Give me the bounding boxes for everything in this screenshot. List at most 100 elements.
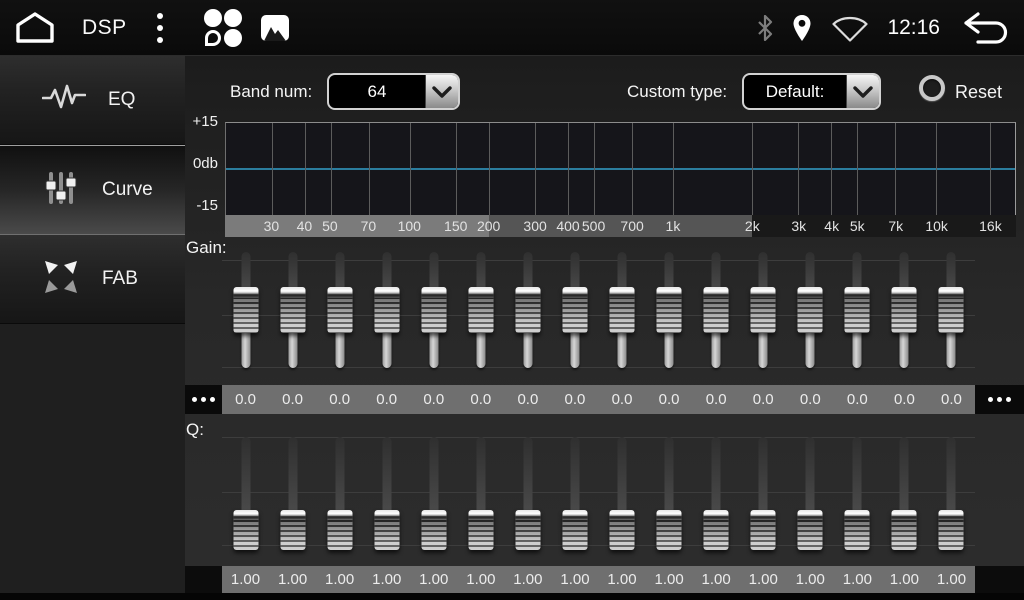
gain-slider-knob[interactable]: [562, 287, 587, 333]
q-slider[interactable]: [834, 437, 881, 550]
gain-slider[interactable]: [222, 252, 269, 368]
sidebar-item-curve[interactable]: Curve: [0, 145, 185, 235]
q-slider[interactable]: [740, 437, 787, 550]
q-slider[interactable]: [410, 437, 457, 550]
q-slider[interactable]: [599, 437, 646, 550]
gain-slider-knob[interactable]: [704, 287, 729, 333]
q-slider-knob[interactable]: [374, 510, 399, 550]
frequency-tick-label: 150: [444, 216, 467, 236]
gridline: [752, 123, 753, 215]
q-slider[interactable]: [787, 437, 834, 550]
gain-value: 0.0: [928, 385, 975, 414]
frequency-tick-label: 10k: [925, 216, 948, 236]
gridline: [632, 123, 633, 215]
gain-slider[interactable]: [316, 252, 363, 368]
q-slider-knob[interactable]: [280, 510, 305, 550]
gain-slider[interactable]: [410, 252, 457, 368]
q-slider[interactable]: [269, 437, 316, 550]
band-num-dropdown[interactable]: 64: [327, 73, 460, 110]
sidebar-item-eq[interactable]: EQ: [0, 56, 185, 145]
q-slider[interactable]: [693, 437, 740, 550]
q-slider-knob[interactable]: [421, 510, 446, 550]
q-slider-bank: [222, 437, 975, 550]
q-value: 1.00: [363, 566, 410, 593]
q-slider-knob[interactable]: [751, 510, 776, 550]
gain-slider[interactable]: [363, 252, 410, 368]
gain-slider-knob[interactable]: [845, 287, 870, 333]
apps-clover-icon[interactable]: [203, 8, 243, 48]
q-slider[interactable]: [363, 437, 410, 550]
q-slider[interactable]: [928, 437, 975, 550]
gain-value: 0.0: [551, 385, 598, 414]
q-slider-knob[interactable]: [327, 510, 352, 550]
gain-slider[interactable]: [693, 252, 740, 368]
gain-slider-knob[interactable]: [421, 287, 446, 333]
q-value: 1.00: [646, 566, 693, 593]
custom-type-dropdown[interactable]: Default:: [742, 73, 881, 110]
q-slider-knob[interactable]: [704, 510, 729, 550]
back-return-icon[interactable]: [958, 10, 1010, 46]
q-slider[interactable]: [646, 437, 693, 550]
dsp-app-screen: DSP: [0, 0, 1024, 600]
frequency-tick-label: 3k: [791, 216, 806, 236]
gain-slider-knob[interactable]: [610, 287, 635, 333]
kebab-menu-icon[interactable]: [157, 13, 163, 43]
q-slider-knob[interactable]: [610, 510, 635, 550]
gain-slider[interactable]: [834, 252, 881, 368]
gain-slider-knob[interactable]: [515, 287, 540, 333]
chevron-down-icon[interactable]: [425, 75, 458, 108]
gain-slider-knob[interactable]: [327, 287, 352, 333]
q-slider-knob[interactable]: [233, 510, 258, 550]
q-slider-knob[interactable]: [562, 510, 587, 550]
gain-slider-knob[interactable]: [280, 287, 305, 333]
q-slider-knob[interactable]: [515, 510, 540, 550]
gain-slider-knob[interactable]: [751, 287, 776, 333]
gain-slider-knob[interactable]: [374, 287, 399, 333]
q-slider-knob[interactable]: [798, 510, 823, 550]
gain-slider-knob[interactable]: [468, 287, 493, 333]
gain-more-right-button[interactable]: [975, 385, 1024, 414]
gain-value: 0.0: [787, 385, 834, 414]
reset-radio[interactable]: [919, 75, 945, 101]
y-axis-label: -15: [185, 196, 218, 216]
gain-slider[interactable]: [740, 252, 787, 368]
q-slider-knob[interactable]: [845, 510, 870, 550]
gain-value: 0.0: [269, 385, 316, 414]
q-slider-knob[interactable]: [657, 510, 682, 550]
q-slider[interactable]: [551, 437, 598, 550]
q-slider[interactable]: [881, 437, 928, 550]
frequency-tick-label: 100: [398, 216, 421, 236]
gain-slider[interactable]: [269, 252, 316, 368]
gain-slider-knob[interactable]: [233, 287, 258, 333]
chevron-down-icon[interactable]: [846, 75, 879, 108]
q-slider-knob[interactable]: [939, 510, 964, 550]
gain-slider[interactable]: [504, 252, 551, 368]
q-strip-right-pad: [975, 566, 1024, 593]
gain-slider-knob[interactable]: [892, 287, 917, 333]
home-icon[interactable]: [14, 11, 56, 45]
q-slider[interactable]: [504, 437, 551, 550]
q-slider-knob[interactable]: [468, 510, 493, 550]
gain-slider-knob[interactable]: [657, 287, 682, 333]
gain-value: 0.0: [881, 385, 928, 414]
gain-slider[interactable]: [881, 252, 928, 368]
frequency-tick-label: 40: [297, 216, 313, 236]
gain-slider[interactable]: [551, 252, 598, 368]
q-slider[interactable]: [222, 437, 269, 550]
q-slider[interactable]: [316, 437, 363, 550]
sidebar-item-fab[interactable]: FAB: [0, 235, 185, 324]
q-slider-knob[interactable]: [892, 510, 917, 550]
gain-slider[interactable]: [928, 252, 975, 368]
gain-more-left-button[interactable]: [185, 385, 222, 414]
gain-slider-knob[interactable]: [798, 287, 823, 333]
custom-type-value: Default:: [744, 75, 846, 108]
clock: 12:16: [887, 16, 940, 40]
frequency-tick-label: 30: [264, 216, 280, 236]
gain-slider[interactable]: [457, 252, 504, 368]
gain-slider-knob[interactable]: [939, 287, 964, 333]
gain-slider[interactable]: [646, 252, 693, 368]
gain-slider[interactable]: [599, 252, 646, 368]
gallery-icon[interactable]: [261, 15, 289, 41]
gain-slider[interactable]: [787, 252, 834, 368]
q-slider[interactable]: [457, 437, 504, 550]
